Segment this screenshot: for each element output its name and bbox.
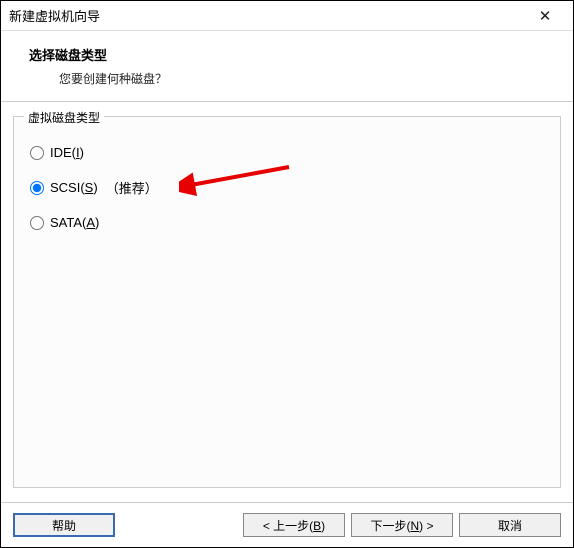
window-title: 新建虚拟机向导 bbox=[9, 6, 525, 25]
group-title: 虚拟磁盘类型 bbox=[24, 109, 104, 126]
wizard-header: 选择磁盘类型 您要创建何种磁盘？ bbox=[1, 31, 573, 102]
page-title: 选择磁盘类型 bbox=[29, 45, 545, 64]
radio-ide-label: IDE(I) bbox=[50, 145, 84, 160]
wizard-footer: 帮助 < 上一步(B) 下一步(N) > 取消 bbox=[1, 502, 573, 547]
help-button[interactable]: 帮助 bbox=[13, 513, 115, 537]
back-button[interactable]: < 上一步(B) bbox=[243, 513, 345, 537]
cancel-button[interactable]: 取消 bbox=[459, 513, 561, 537]
next-button[interactable]: 下一步(N) > bbox=[351, 513, 453, 537]
close-icon: ✕ bbox=[539, 7, 552, 25]
radio-scsi-label: SCSI(S) bbox=[50, 180, 98, 195]
disk-type-group: 虚拟磁盘类型 IDE(I) SCSI(S) （推荐） SATA(A) bbox=[13, 116, 561, 488]
close-button[interactable]: ✕ bbox=[525, 2, 565, 30]
radio-ide-input[interactable] bbox=[30, 146, 44, 160]
radio-sata-input[interactable] bbox=[30, 216, 44, 230]
title-bar: 新建虚拟机向导 ✕ bbox=[1, 1, 573, 31]
radio-scsi[interactable]: SCSI(S) （推荐） bbox=[30, 178, 544, 197]
radio-scsi-input[interactable] bbox=[30, 181, 44, 195]
radio-ide[interactable]: IDE(I) bbox=[30, 145, 544, 160]
page-subtitle: 您要创建何种磁盘？ bbox=[29, 70, 545, 87]
radio-sata-label: SATA(A) bbox=[50, 215, 99, 230]
content-area: 虚拟磁盘类型 IDE(I) SCSI(S) （推荐） SATA(A) bbox=[1, 102, 573, 502]
recommended-label: （推荐） bbox=[106, 178, 158, 197]
radio-sata[interactable]: SATA(A) bbox=[30, 215, 544, 230]
